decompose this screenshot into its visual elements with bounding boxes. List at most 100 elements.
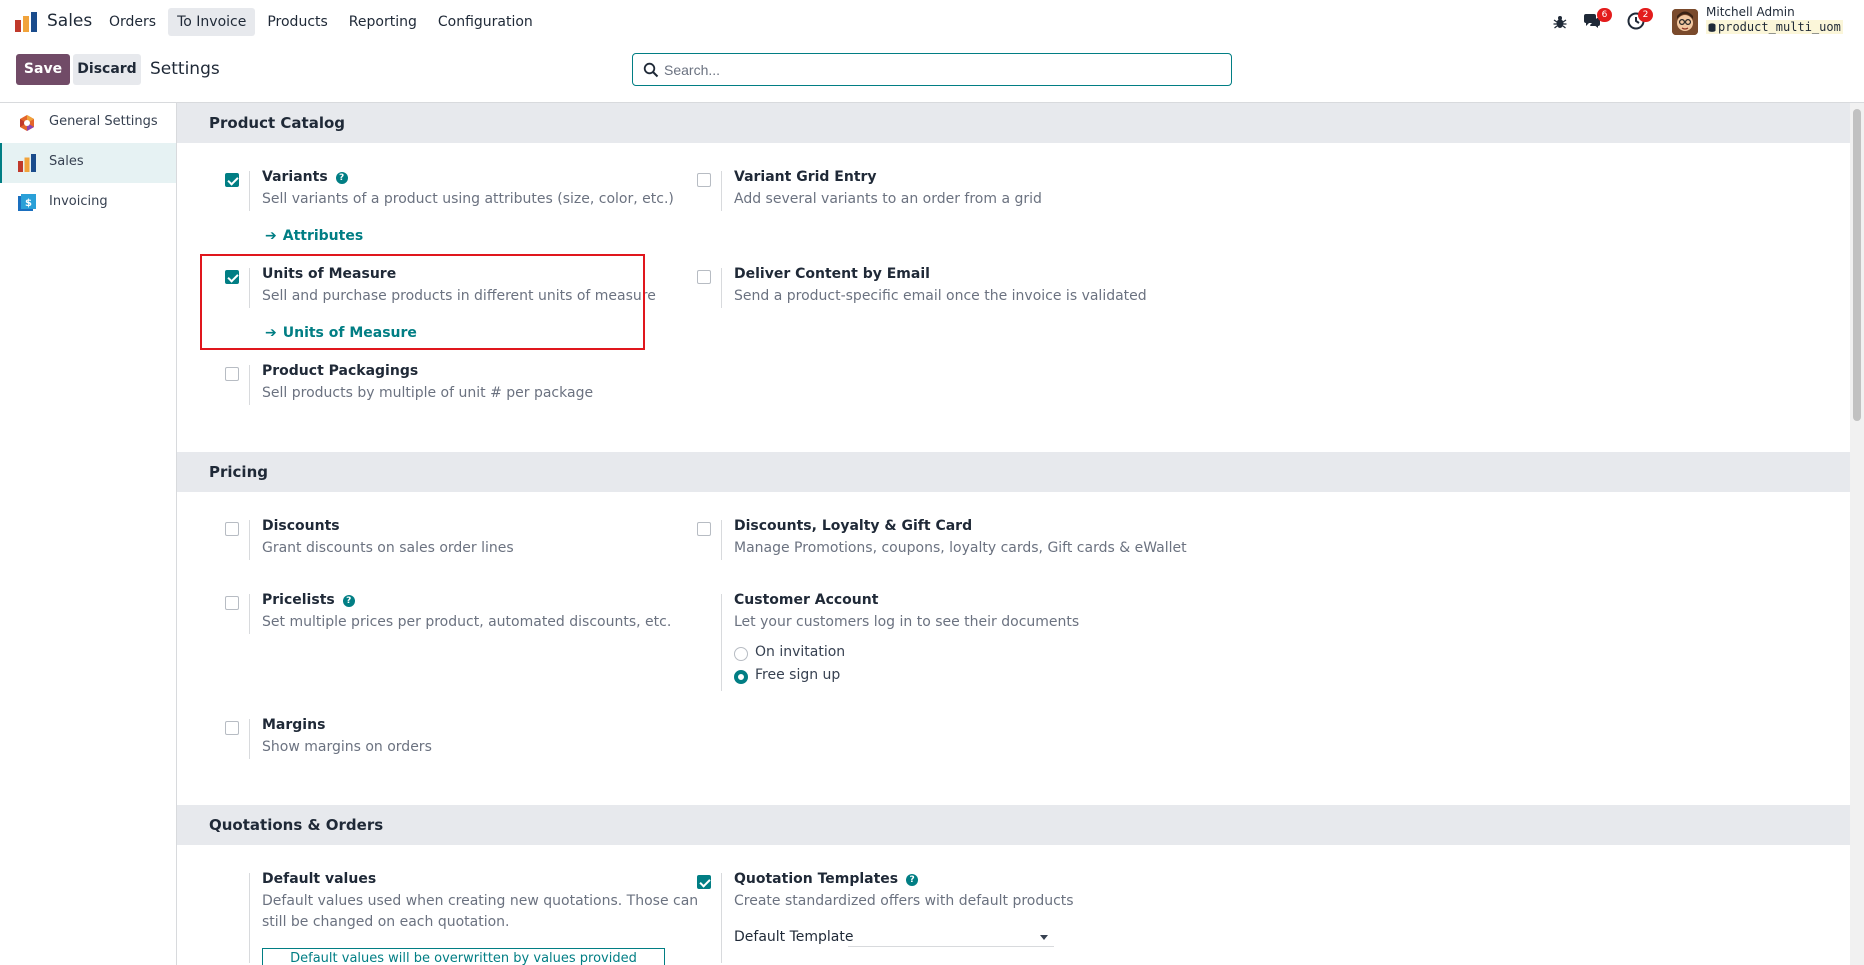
- setting-title-text: Pricelists: [262, 592, 335, 608]
- setting-divider: [249, 171, 250, 211]
- setting-description: Default values used when creating new qu…: [262, 893, 699, 909]
- bug-icon[interactable]: [1552, 14, 1568, 30]
- deliver-email-checkbox[interactable]: [697, 270, 711, 284]
- discounts-checkbox[interactable]: [225, 522, 239, 536]
- radio-label[interactable]: On invitation: [755, 644, 845, 660]
- setting-description: Set multiple prices per product, automat…: [262, 614, 672, 630]
- chevron-down-icon: [1040, 935, 1048, 940]
- radio-on-invitation[interactable]: [734, 647, 748, 661]
- radio-label[interactable]: Free sign up: [755, 667, 840, 683]
- default-values-button[interactable]: Default values will be overwritten by va…: [262, 948, 665, 965]
- menu-reporting[interactable]: Reporting: [340, 8, 426, 36]
- setting-divider: [249, 873, 250, 963]
- default-template-label: Default Template: [734, 929, 854, 945]
- activities-count-badge: 2: [1638, 8, 1653, 22]
- messages-button[interactable]: 6: [1583, 8, 1612, 32]
- search-bar[interactable]: [632, 53, 1232, 86]
- menu-to-invoice[interactable]: To Invoice: [168, 8, 256, 36]
- main-menu: Orders To Invoice Products Reporting Con…: [100, 8, 545, 36]
- setting-title: Quotation Templates?: [734, 871, 919, 887]
- menu-products[interactable]: Products: [258, 8, 336, 36]
- setting-description: Send a product-specific email once the i…: [734, 288, 1147, 304]
- setting-title: Deliver Content by Email: [734, 266, 930, 282]
- user-name[interactable]: Mitchell Admin: [1706, 5, 1795, 19]
- setting-title: Default values: [262, 871, 377, 887]
- quotation-templates-checkbox[interactable]: [697, 875, 711, 889]
- save-button[interactable]: Save: [16, 54, 70, 85]
- search-icon: [643, 62, 659, 78]
- sidebar-item-general-settings[interactable]: General Settings: [0, 103, 176, 143]
- odoo-settings-icon: [20, 115, 34, 131]
- arrow-right-icon: ➔: [265, 325, 277, 341]
- setting-description: Sell products by multiple of unit # per …: [262, 385, 594, 401]
- setting-description: Grant discounts on sales order lines: [262, 540, 514, 556]
- database-name-text: product_multi_uom: [1718, 20, 1841, 34]
- sidebar-item-sales[interactable]: Sales: [0, 143, 176, 183]
- setting-divider: [249, 594, 250, 634]
- setting-divider: [249, 719, 250, 759]
- loyalty-checkbox[interactable]: [697, 522, 711, 536]
- uom-checkbox[interactable]: [225, 270, 239, 284]
- search-input[interactable]: [664, 58, 1214, 82]
- settings-sidebar: General Settings Sales $ Invoicing: [0, 103, 177, 965]
- menu-orders[interactable]: Orders: [100, 8, 165, 36]
- database-icon: [1708, 23, 1716, 32]
- setting-title-text: Quotation Templates: [734, 871, 899, 887]
- setting-description: Manage Promotions, coupons, loyalty card…: [734, 540, 1187, 556]
- scrollbar-thumb[interactable]: [1853, 109, 1861, 421]
- activities-button[interactable]: 2: [1627, 8, 1653, 32]
- setting-description-line2: still be changed on each quotation.: [262, 914, 510, 930]
- setting-title: Discounts, Loyalty & Gift Card: [734, 518, 973, 534]
- top-navbar: Sales Orders To Invoice Products Reporti…: [0, 0, 1864, 44]
- variants-checkbox[interactable]: [225, 173, 239, 187]
- setting-title: Variant Grid Entry: [734, 169, 877, 185]
- attributes-link-label: Attributes: [282, 228, 364, 244]
- margins-checkbox[interactable]: [225, 721, 239, 735]
- radio-free-sign-up[interactable]: [734, 670, 748, 684]
- setting-divider: [721, 520, 722, 560]
- section-header-pricing: Pricing: [177, 452, 1850, 492]
- section-title: Product Catalog: [209, 114, 346, 132]
- setting-description: Sell and purchase products in different …: [262, 288, 656, 304]
- section-header-product-catalog: Product Catalog: [177, 103, 1850, 143]
- setting-divider: [721, 873, 722, 963]
- app-name[interactable]: Sales: [47, 11, 92, 31]
- packagings-checkbox[interactable]: [225, 367, 239, 381]
- section-header-quotations-orders: Quotations & Orders: [177, 805, 1850, 845]
- avatar[interactable]: [1672, 9, 1698, 35]
- sales-app-icon[interactable]: [15, 12, 37, 32]
- user-avatar-icon: [1672, 9, 1698, 35]
- setting-description: Sell variants of a product using attribu…: [262, 191, 674, 207]
- setting-title: Discounts: [262, 518, 340, 534]
- setting-title: Variants?: [262, 169, 348, 185]
- content-scrollbar[interactable]: [1850, 103, 1864, 965]
- units-of-measure-link[interactable]: ➔ Units of Measure: [265, 325, 417, 341]
- invoicing-app-icon: $: [18, 194, 36, 211]
- setting-description: Show margins on orders: [262, 739, 432, 755]
- sidebar-item-label: General Settings: [49, 114, 158, 129]
- setting-divider: [721, 171, 722, 211]
- setting-description: Create standardized offers with default …: [734, 893, 1074, 909]
- help-icon[interactable]: ?: [335, 172, 348, 184]
- sidebar-item-invoicing[interactable]: $ Invoicing: [0, 183, 176, 223]
- menu-configuration[interactable]: Configuration: [429, 8, 542, 36]
- variant-grid-checkbox[interactable]: [697, 173, 711, 187]
- setting-title: Customer Account: [734, 592, 879, 608]
- help-icon[interactable]: ?: [906, 874, 919, 886]
- section-title: Quotations & Orders: [209, 816, 384, 834]
- setting-title: Units of Measure: [262, 266, 397, 282]
- default-template-select[interactable]: [848, 927, 1054, 947]
- help-icon[interactable]: ?: [342, 595, 355, 607]
- svg-text:$: $: [25, 198, 32, 209]
- discard-button[interactable]: Discard: [73, 54, 141, 85]
- settings-content: Product Catalog Variants? Sell variants …: [177, 103, 1850, 965]
- setting-title: Margins: [262, 717, 326, 733]
- setting-description: Add several variants to an order from a …: [734, 191, 1042, 207]
- pricelists-checkbox[interactable]: [225, 596, 239, 610]
- attributes-link[interactable]: ➔ Attributes: [265, 228, 363, 244]
- setting-title: Product Packagings: [262, 363, 419, 379]
- setting-divider: [721, 594, 722, 691]
- setting-divider: [249, 365, 250, 405]
- messages-count-badge: 6: [1597, 8, 1612, 22]
- setting-divider: [249, 268, 250, 308]
